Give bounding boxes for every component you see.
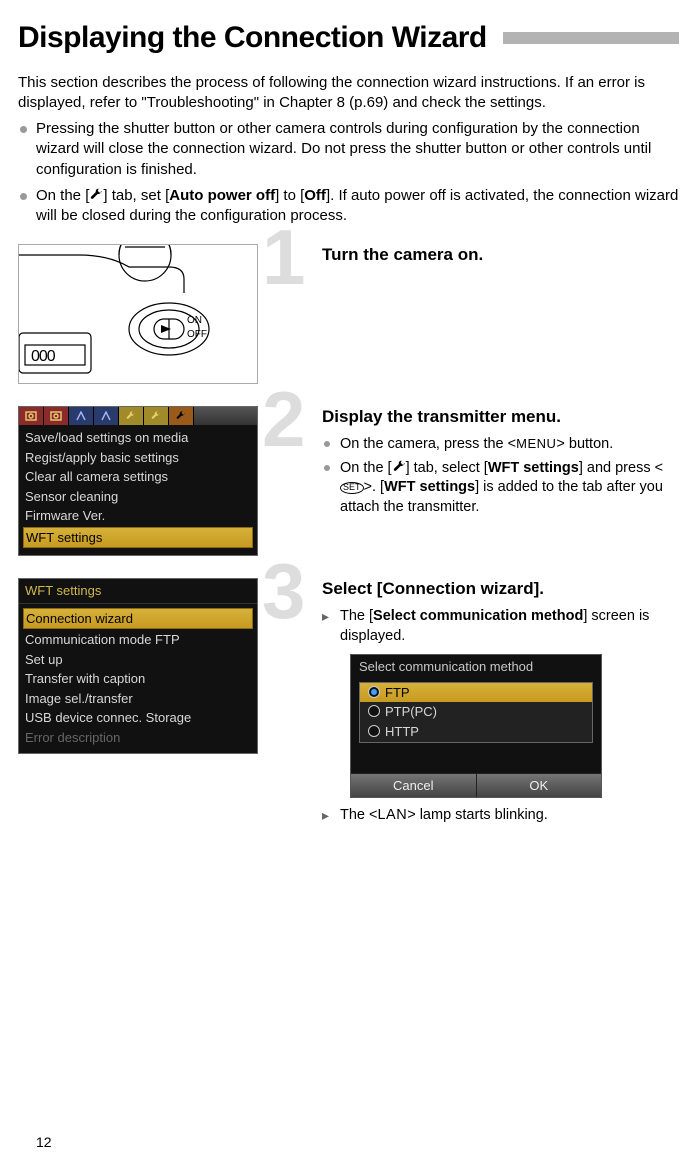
tab-icon: [169, 407, 194, 425]
comm-option[interactable]: PTP(PC): [360, 702, 592, 722]
menu-screenshot-step2: Save/load settings on mediaRegist/apply …: [18, 406, 258, 556]
step-2-title: Display the transmitter menu.: [322, 406, 679, 429]
tab-icon: [119, 407, 144, 425]
step-3: WFT settings Connection wizardCommunicat…: [18, 578, 679, 829]
intro-bullets: Pressing the shutter button or other cam…: [18, 119, 679, 226]
comm-option[interactable]: FTP: [360, 683, 592, 703]
wrench-icon: [392, 460, 406, 474]
step-1: 000 ON OFF 1 Turn the camera on.: [18, 244, 679, 384]
camera-power-diagram: 000 ON OFF: [18, 244, 258, 384]
menu-item: WFT settings: [23, 527, 253, 549]
menu-item: Image sel./transfer: [25, 689, 251, 709]
tab-icon: [19, 407, 44, 425]
page-title-row: Displaying the Connection Wizard: [18, 18, 679, 59]
menu-item: Sensor cleaning: [25, 487, 251, 507]
menu-item: Error description: [25, 728, 251, 748]
tab-icon: [69, 407, 94, 425]
menu-item: Connection wizard: [23, 608, 253, 630]
step-1-title: Turn the camera on.: [322, 244, 679, 267]
page-number: 12: [36, 1133, 52, 1152]
comm-option[interactable]: HTTP: [360, 722, 592, 742]
menu-tabs: [19, 407, 257, 425]
menu-item: Save/load settings on media: [25, 428, 251, 448]
menu-glyph: MENU: [516, 436, 556, 451]
menu-item: Set up: [25, 650, 251, 670]
step-2-item-2: On the [] tab, select [WFT settings] and…: [322, 459, 679, 518]
svg-text:000: 000: [31, 348, 56, 365]
ok-button[interactable]: OK: [477, 773, 602, 798]
title-decoration-bar: [503, 32, 679, 44]
menu-item: Transfer with caption: [25, 669, 251, 689]
menu-item: Regist/apply basic settings: [25, 448, 251, 468]
intro-paragraph: This section describes the process of fo…: [18, 73, 679, 114]
menu-header: WFT settings: [19, 579, 257, 604]
wrench-icon: [89, 188, 103, 202]
step-3-title: Select [Connection wizard].: [322, 578, 679, 601]
intro-bullet-1: Pressing the shutter button or other cam…: [18, 119, 679, 180]
menu-screenshot-step3: WFT settings Connection wizardCommunicat…: [18, 578, 258, 754]
step-2: Save/load settings on mediaRegist/apply …: [18, 406, 679, 556]
step-3-result-2: The <LAN> lamp starts blinking.: [322, 806, 679, 826]
tab-icon: [144, 407, 169, 425]
menu-item: Firmware Ver.: [25, 506, 251, 526]
set-button-glyph: SET: [340, 482, 364, 494]
cancel-button[interactable]: Cancel: [351, 773, 477, 798]
off-label: OFF: [187, 329, 207, 340]
tab-icon: [44, 407, 69, 425]
comm-title: Select communication method: [351, 655, 601, 679]
step-3-result-1: The [Select communication method] screen…: [322, 607, 679, 646]
menu-item: Clear all camera settings: [25, 467, 251, 487]
on-label: ON: [187, 315, 202, 326]
menu-item: Communication mode FTP: [25, 630, 251, 650]
page-title: Displaying the Connection Wizard: [18, 18, 487, 59]
tab-icon: [94, 407, 119, 425]
step-2-item-1: On the camera, press the <MENU> button.: [322, 435, 679, 455]
comm-method-screenshot: Select communication method FTPPTP(PC)HT…: [350, 654, 602, 798]
menu-item: USB device connec. Storage: [25, 708, 251, 728]
intro-bullet-2: On the [] tab, set [Auto power off] to […: [18, 186, 679, 227]
